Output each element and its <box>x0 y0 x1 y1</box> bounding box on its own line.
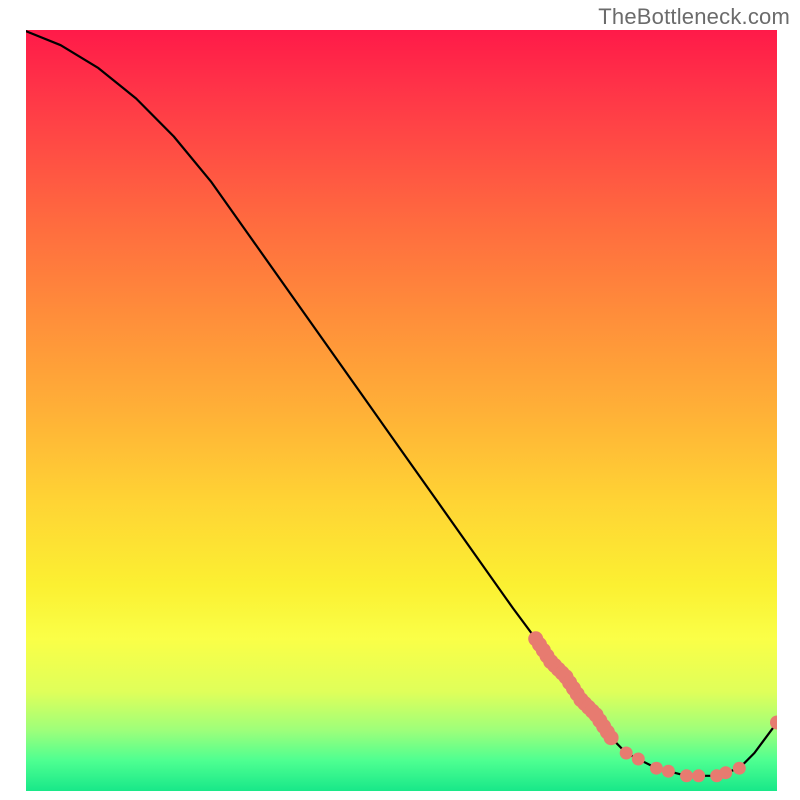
plot-left-whitespace <box>23 30 26 791</box>
data-marker <box>620 747 633 760</box>
curve-svg <box>23 30 777 791</box>
curve-path <box>23 30 777 776</box>
marker-group <box>528 631 777 782</box>
chart-stage: TheBottleneck.com <box>0 0 800 800</box>
data-marker <box>604 730 619 745</box>
plot-area <box>23 30 777 791</box>
data-marker <box>692 769 705 782</box>
data-marker <box>680 769 693 782</box>
data-marker <box>662 765 675 778</box>
data-marker <box>719 766 732 779</box>
data-marker <box>733 762 746 775</box>
data-marker <box>650 762 663 775</box>
watermark-text: TheBottleneck.com <box>598 4 790 30</box>
data-marker <box>632 753 645 766</box>
data-marker <box>770 716 777 730</box>
curve-layer <box>23 30 777 791</box>
